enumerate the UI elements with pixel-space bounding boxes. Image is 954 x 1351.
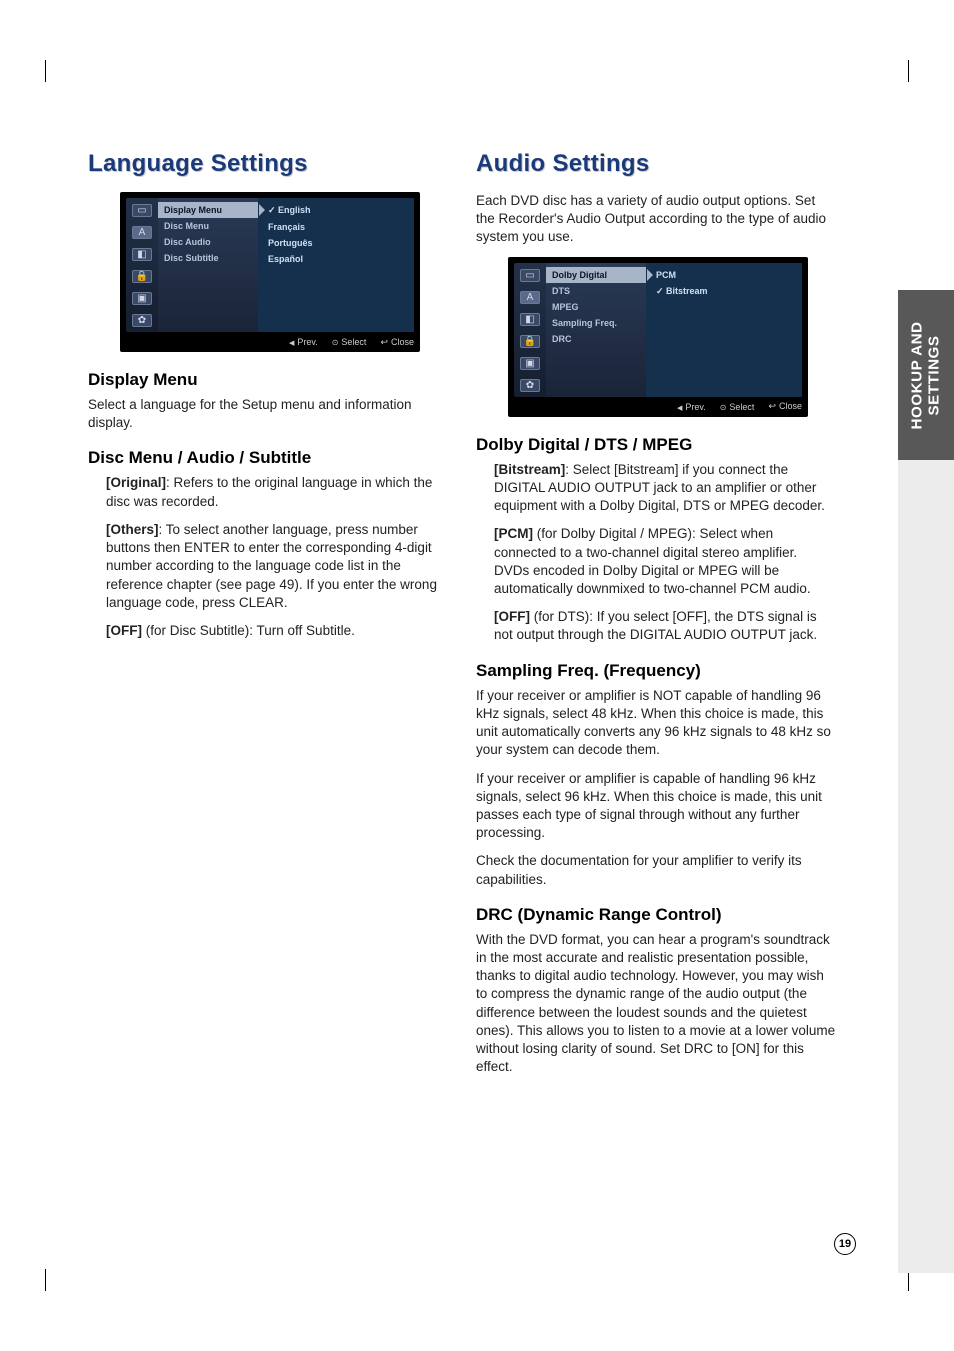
audio-settings-title: Audio Settings: [476, 150, 836, 178]
osd-menu-item: DRC: [546, 331, 646, 347]
section-tab-line2: SETTINGS: [926, 335, 943, 415]
osd-menu-column: Dolby DigitalDTSMPEGSampling Freq.DRC: [546, 263, 646, 397]
disc-menu-heading: Disc Menu / Audio / Subtitle: [88, 448, 448, 468]
right-column: Audio Settings Each DVD disc has a varie…: [476, 150, 836, 1087]
disc-off-text: (for Disc Subtitle): Turn off Subtitle.: [142, 623, 355, 638]
disc-original-label: [Original]: [106, 475, 166, 490]
osd-menu-column: Display MenuDisc MenuDisc AudioDisc Subt…: [158, 198, 258, 332]
left-column: Language Settings ▭A◧🔒▣✿ Display MenuDis…: [88, 150, 448, 1087]
osd-footer: Prev. Select Close: [514, 400, 802, 414]
osd-option-item: Bitstream: [646, 283, 802, 300]
osd-options-column: EnglishFrançaisPortuguêsEspañol: [258, 198, 414, 332]
osd-menu-item: Disc Subtitle: [158, 250, 258, 266]
osd-category-icon: ◧: [520, 313, 540, 326]
side-shade: [898, 460, 954, 1273]
sampling-p1: If your receiver or amplifier is NOT cap…: [476, 687, 836, 760]
osd-option-item: Español: [258, 251, 414, 267]
osd-category-icon: ◧: [132, 248, 152, 261]
disc-original-para: [Original]: Refers to the original langu…: [106, 474, 448, 510]
page-number-value: 19: [839, 1238, 851, 1250]
osd-category-icon: ✿: [520, 379, 540, 392]
crop-mark: [45, 60, 68, 82]
osd-category-icon: 🔒: [132, 270, 152, 283]
osd-menu-item: Sampling Freq.: [546, 315, 646, 331]
audio-osd: ▭ A ◧ 🔒 ▣ ✿ Dolby DigitalDTSMPEGSampling Freq…: [508, 257, 808, 417]
osd-category-icon: 🔒: [520, 335, 540, 348]
disc-others-para: [Others]: To select another language, pr…: [106, 521, 448, 612]
drc-heading: DRC (Dynamic Range Control): [476, 905, 836, 925]
display-menu-text: Select a language for the Setup menu and…: [88, 396, 448, 432]
osd-option-item: Português: [258, 235, 414, 251]
osd-select-label: Select: [720, 402, 755, 412]
osd-close-label: Close: [768, 401, 802, 412]
osd-prev-label: Prev.: [289, 337, 318, 347]
section-tab: HOOKUP AND SETTINGS: [898, 290, 954, 460]
disc-off-label: [OFF]: [106, 623, 142, 638]
sampling-heading: Sampling Freq. (Frequency): [476, 661, 836, 681]
crop-mark: [45, 1269, 67, 1291]
dolby-off-label: [OFF]: [494, 609, 530, 624]
language-settings-title: Language Settings: [88, 150, 448, 178]
osd-footer: Prev. Select Close: [126, 335, 414, 349]
sampling-p2: If your receiver or amplifier is capable…: [476, 770, 836, 843]
section-tab-line1: HOOKUP AND: [909, 321, 926, 429]
osd-select-label: Select: [332, 337, 367, 347]
osd-menu-item: Disc Menu: [158, 218, 258, 234]
osd-category-icon: ▭: [520, 269, 540, 282]
dolby-off-text: (for DTS): If you select [OFF], the DTS …: [494, 609, 817, 642]
dolby-heading: Dolby Digital / DTS / MPEG: [476, 435, 836, 455]
osd-icon-column: ▭ A ◧ 🔒 ▣ ✿: [514, 263, 546, 397]
osd-icon-column: ▭ A ◧ 🔒 ▣ ✿: [126, 198, 158, 332]
osd-category-icon: A: [132, 226, 152, 239]
dolby-pcm-label: [PCM]: [494, 526, 533, 541]
osd-menu-item: Display Menu: [158, 202, 258, 218]
drc-text: With the DVD format, you can hear a prog…: [476, 931, 836, 1077]
dolby-bitstream-para: [Bitstream]: Select [Bitstream] if you c…: [494, 461, 836, 516]
osd-close-label: Close: [380, 337, 414, 348]
osd-option-item: English: [258, 202, 414, 219]
sampling-p3: Check the documentation for your amplifi…: [476, 852, 836, 888]
osd-category-icon: ▭: [132, 204, 152, 217]
osd-option-item: Français: [258, 219, 414, 235]
dolby-off-para: [OFF] (for DTS): If you select [OFF], th…: [494, 608, 836, 644]
display-menu-heading: Display Menu: [88, 370, 448, 390]
osd-menu-item: Disc Audio: [158, 234, 258, 250]
osd-category-icon: A: [520, 291, 540, 304]
osd-prev-label: Prev.: [677, 402, 706, 412]
osd-category-icon: ▣: [520, 357, 540, 370]
osd-menu-item: Dolby Digital: [546, 267, 646, 283]
page-number: 19: [834, 1233, 856, 1255]
osd-option-item: PCM: [646, 267, 802, 283]
dolby-pcm-text: (for Dolby Digital / MPEG): Select when …: [494, 526, 811, 596]
dolby-bitstream-label: [Bitstream]: [494, 462, 565, 477]
osd-category-icon: ✿: [132, 314, 152, 327]
audio-intro-text: Each DVD disc has a variety of audio out…: [476, 192, 836, 247]
osd-options-column: PCMBitstream: [646, 263, 802, 397]
disc-others-label: [Others]: [106, 522, 159, 537]
osd-menu-item: DTS: [546, 283, 646, 299]
language-osd: ▭ A ◧ 🔒 ▣ ✿ Display MenuDisc MenuDisc AudioDi…: [120, 192, 420, 352]
dolby-pcm-para: [PCM] (for Dolby Digital / MPEG): Select…: [494, 525, 836, 598]
osd-category-icon: ▣: [132, 292, 152, 305]
disc-off-para: [OFF] (for Disc Subtitle): Turn off Subt…: [106, 622, 448, 640]
crop-mark: [887, 60, 909, 82]
osd-menu-item: MPEG: [546, 299, 646, 315]
